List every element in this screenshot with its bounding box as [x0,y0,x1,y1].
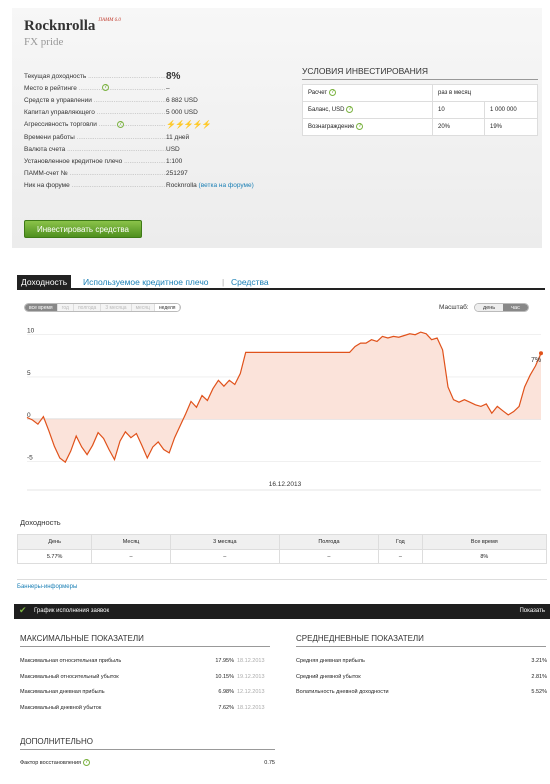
info-row-funds: Средств в управлении 6 882 USD [24,94,274,106]
strategy-name: FX pride [24,36,64,48]
forum-thread-link[interactable]: (ветка на форуме) [199,182,254,189]
y-tick-label: 10 [27,328,35,335]
help-icon[interactable]: ? [117,120,124,128]
account-summary-panel: Rocknrolla ПАММ 6.0 FX pride Текущая дохо… [12,8,542,248]
table-row: Баланс, USD? 10 1 000 000 [302,101,538,119]
period-all-time[interactable]: все время [25,304,58,311]
list-item: Средняя дневная прибыль 3.21% [296,657,547,664]
y-tick-label: -5 [27,454,33,461]
tab-returns[interactable]: Доходность [17,275,72,290]
current-return-value: 8% [166,70,181,82]
list-item: Фактор восстановления? 0.75 [20,759,275,767]
list-item: Волатильность дневной доходности 5.52% [296,688,547,695]
scale-hour[interactable]: час [503,304,528,311]
tab-leverage[interactable]: Используемое кредитное плечо [83,275,209,290]
period-month[interactable]: месяц [131,304,155,311]
y-tick-label: 5 [27,370,31,377]
table-header-row: День Месяц 3 месяца Полгода Год Все врем… [16,534,548,550]
account-info-list: Текущая доходность 8% Место в рейтинге ?… [24,70,274,192]
account-title: Rocknrolla ПАММ 6.0 FX pride [24,18,121,48]
info-row-forum-nick: Ник на форуме Rocknrolla (ветка на форум… [24,180,274,192]
list-item: Средний дневной убыток 2.81% [296,673,547,680]
chart-plot: 1050-57%16.12.2013 [26,328,543,491]
list-item: Максимальный дневной убыток 7.62% 18.12.20… [20,704,265,711]
info-row-currency: Валюта счета USD [24,143,274,155]
list-item: Максимальная относительная прибыль 17.95%… [20,657,265,664]
info-row-rating: Место в рейтинге ? – [24,82,274,94]
returns-table: День Месяц 3 месяца Полгода Год Все врем… [16,534,548,564]
period-year[interactable]: год [57,304,74,311]
info-row-leverage: Установленное кредитное плечо 1:100 [24,155,274,167]
end-value-label: 7% [531,357,541,364]
info-row-return: Текущая доходность 8% [24,70,274,82]
checkmark-icon: ✔ [19,605,27,615]
avg-stats-title: СРЕДНЕДНЕВНЫЕ ПОКАЗАТЕЛИ [296,634,546,647]
help-icon[interactable]: ? [346,106,354,114]
x-tick-label: 16.12.2013 [269,481,302,488]
pamm-version: ПАММ 6.0 [98,18,121,23]
table-row: 5.77% – – – – 8% [16,549,548,564]
conditions-table: Расчет? раз в месяц Баланс, USD? 10 1 00… [302,84,538,136]
info-row-capital: Капитал управляющего 5 000 USD [24,107,274,119]
show-button[interactable]: Показать [519,608,545,614]
scale-selector: день час [474,303,529,312]
max-stats-title: МАКСИМАЛЬНЫЕ ПОКАЗАТЕЛИ [20,634,270,647]
help-icon[interactable]: ? [83,759,90,767]
table-row: Расчет? раз в месяц [302,84,538,102]
info-row-account-number: ПАММ-счет № 251297 [24,168,274,180]
period-3-months[interactable]: 3 месяца [101,304,132,311]
orders-execution-bar[interactable]: ✔ График исполнения заявок Показать [14,604,550,619]
scale-label: Масштаб: [439,304,469,311]
area-fill [27,332,541,463]
account-name: Rocknrolla [24,18,96,34]
info-row-uptime: Времени работы 11 дней [24,131,274,143]
info-row-aggression: Агрессивность торговли ? ⚡⚡⚡⚡⚡ [24,119,274,131]
scale-day[interactable]: день [475,304,504,311]
end-point [539,351,543,356]
period-selector: все время год полгода 3 месяца месяц нед… [24,303,182,312]
period-half-year[interactable]: полгода [73,304,102,311]
period-week[interactable]: неделя [154,304,181,311]
list-item: Максимальная дневная прибыль 6.98% 12.12.2… [20,688,265,695]
help-icon[interactable]: ? [329,89,337,97]
table-row: Вознаграждение? 20% 19% [302,118,538,136]
orders-execution-label: График исполнения заявок [34,608,110,614]
chart-tabs: Доходность Используемое кредитное плечо … [17,275,545,290]
list-item: Максимальный относительный убыток 10.15% 1… [20,673,265,680]
investment-conditions: УСЛОВИЯ ИНВЕСТИРОВАНИЯ Расчет? раз в мес… [302,66,538,136]
returns-chart: все время год полгода 3 месяца месяц нед… [17,292,545,512]
returns-table-title: Доходность [20,518,61,527]
invest-button[interactable]: Инвестировать средства [24,220,142,238]
tab-funds[interactable]: Средства [231,275,269,290]
extra-title: ДОПОЛНИТЕЛЬНО [20,737,275,750]
banners-link[interactable]: Баннеры-информеры [17,579,547,590]
conditions-title: УСЛОВИЯ ИНВЕСТИРОВАНИЯ [302,66,538,80]
help-icon[interactable]: ? [356,123,364,131]
aggression-meter: ⚡⚡⚡⚡⚡ [166,120,212,130]
